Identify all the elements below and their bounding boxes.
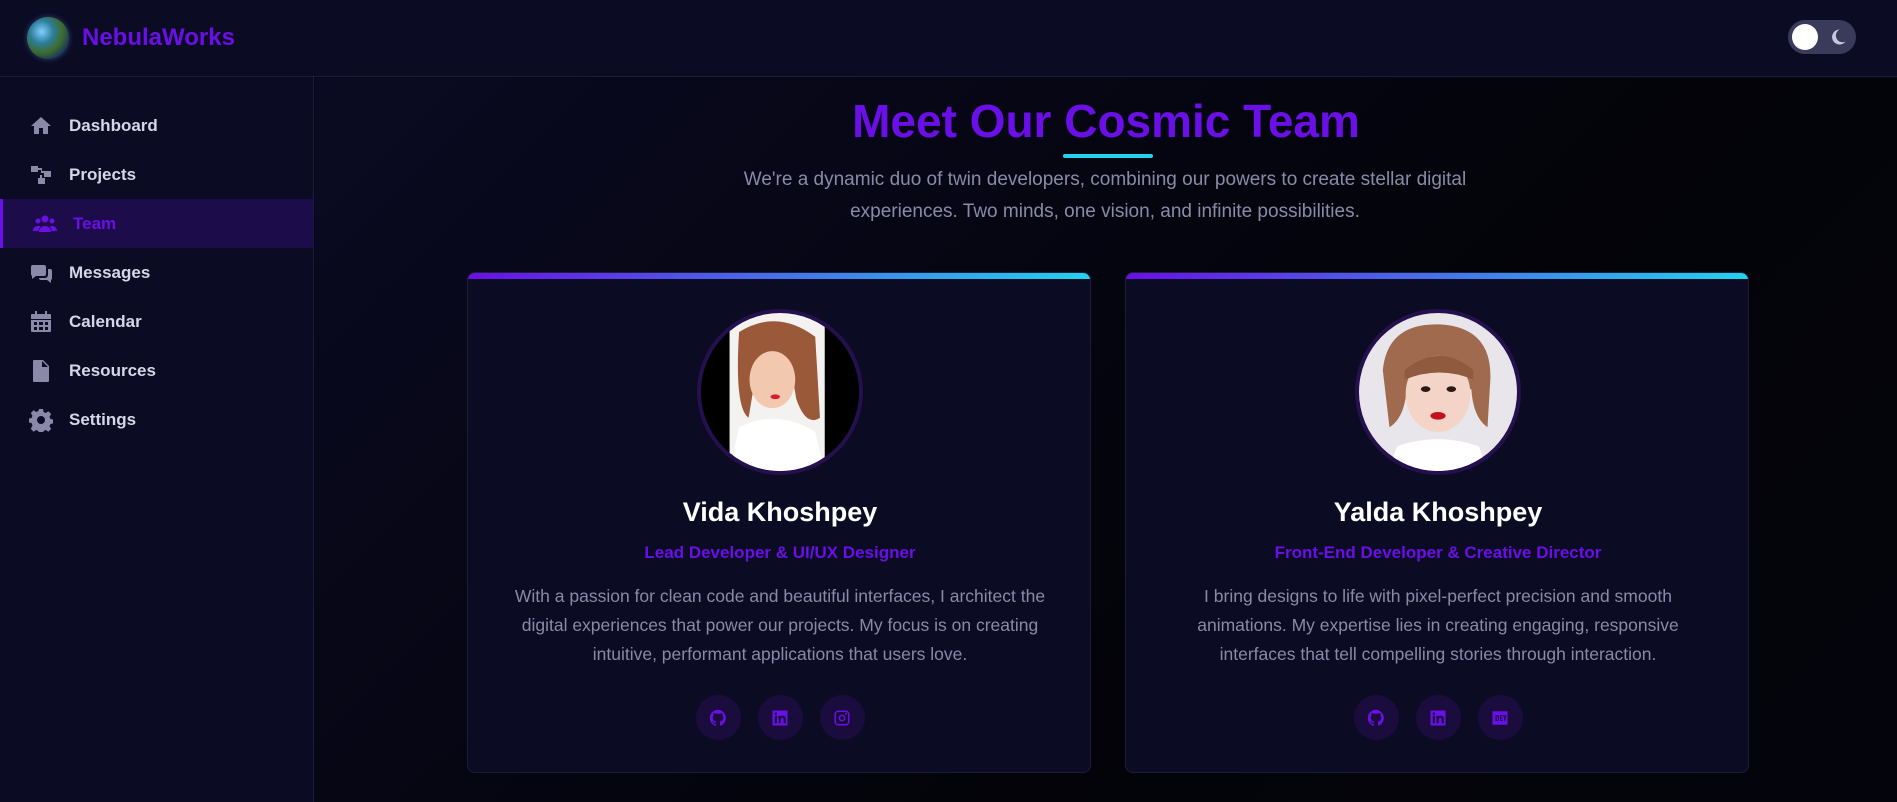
linkedin-icon [772,710,788,725]
linkedin-link[interactable] [1415,695,1461,740]
sidebar-item-projects[interactable]: Projects [0,150,313,199]
team-card: Yalda Khoshpey Front-End Developer & Cre… [1125,272,1749,773]
gear-icon [29,408,53,432]
team-card: Vida Khoshpey Lead Developer & UI/UX Des… [467,272,1091,773]
sidebar-item-label: Dashboard [69,115,158,135]
globe-logo-icon [27,17,69,59]
sidebar-item-label: Messages [69,262,151,282]
sidebar: Dashboard Projects Team Messages Calenda… [0,77,314,802]
home-icon [31,116,51,134]
sidebar-item-label: Resources [69,360,156,380]
linkedin-icon [1430,710,1446,725]
github-link[interactable] [695,695,741,740]
member-name: Vida Khoshpey [682,497,878,527]
top-bar: NebulaWorks [0,0,1897,77]
title-underline [1063,154,1153,158]
logo[interactable]: NebulaWorks [27,17,235,59]
sidebar-item-label: Calendar [69,311,142,331]
instagram-link[interactable] [819,695,865,740]
avatar-photo [701,313,859,471]
member-role: Front-End Developer & Creative Director [1274,543,1602,562]
card-accent-bar [468,273,1090,279]
sidebar-item-label: Settings [69,409,137,429]
sidebar-item-settings[interactable]: Settings [0,395,313,444]
sidebar-item-messages[interactable]: Messages [0,248,313,297]
project-diagram-icon [31,165,51,184]
file-icon [33,359,49,382]
member-role: Lead Developer & UI/UX Designer [644,543,916,562]
theme-toggle[interactable] [1788,20,1856,54]
github-link[interactable] [1353,695,1399,740]
card-accent-bar [1126,273,1748,279]
linkedin-link[interactable] [757,695,803,740]
page-title: Meet Our Cosmic Team [852,95,1360,147]
avatar-photo [1359,313,1517,471]
users-icon [33,215,57,232]
intro-text: We're a dynamic duo of twin developers, … [743,169,1467,222]
member-bio: I bring designs to life with pixel-perfe… [1197,586,1679,664]
sidebar-item-label: Team [73,213,117,233]
sidebar-item-team[interactable]: Team [0,199,313,248]
member-name: Yalda Khoshpey [1333,497,1543,527]
main-content: Meet Our Cosmic Team We're a dynamic duo… [315,78,1897,802]
member-bio: With a passion for clean code and beauti… [514,586,1046,664]
sidebar-item-dashboard[interactable]: Dashboard [0,101,313,150]
avatar [697,309,863,475]
sidebar-item-calendar[interactable]: Calendar [0,297,313,346]
brand-name: NebulaWorks [82,24,235,51]
social-links [468,695,1090,740]
github-icon [1367,709,1384,726]
avatar [1355,309,1521,475]
sidebar-item-label: Projects [69,164,137,184]
social-links [1126,695,1748,740]
github-icon [709,709,726,726]
comments-icon [30,264,53,283]
dev-link[interactable] [1477,695,1523,740]
sidebar-item-resources[interactable]: Resources [0,346,313,395]
calendar-icon [31,310,51,332]
toggle-knob [1792,24,1818,50]
instagram-icon [834,710,850,725]
dev-icon [1492,710,1508,725]
moon-icon [1832,29,1846,45]
